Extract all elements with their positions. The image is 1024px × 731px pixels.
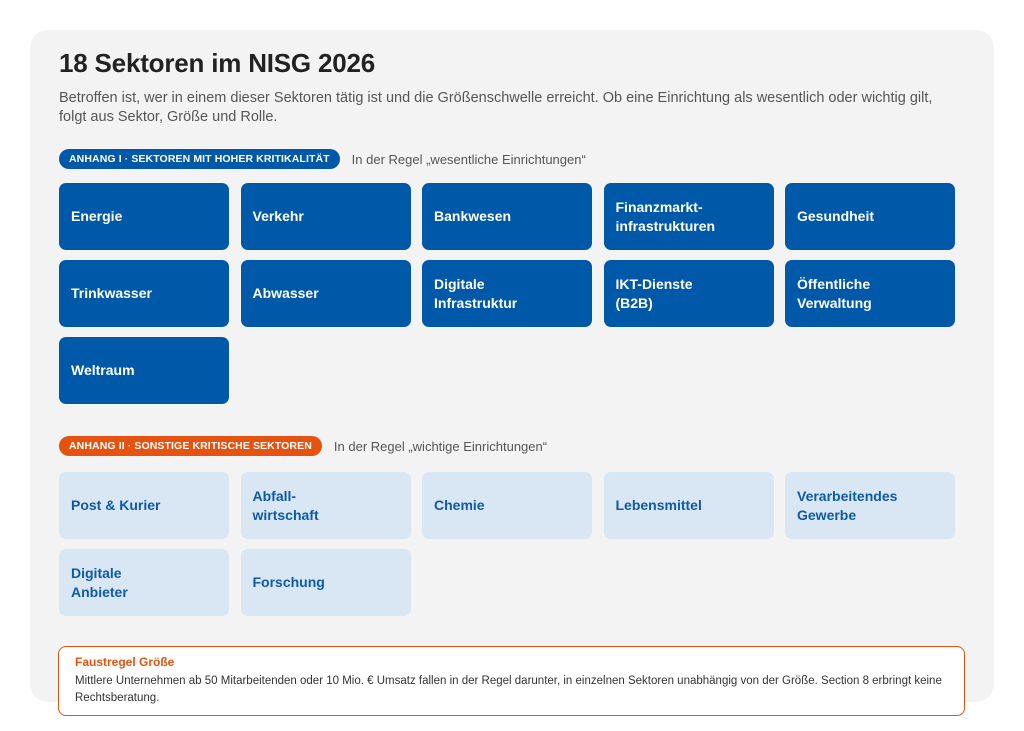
rule-of-thumb-text: Mittlere Unternehmen ab 50 Mitarbeitende… xyxy=(75,675,942,704)
rule-of-thumb-title: Faustregel Größe xyxy=(75,655,175,669)
sector-tile[interactable]: Digitale Infrastruktur xyxy=(422,260,592,327)
sector-tile[interactable]: Gesundheit xyxy=(785,183,955,250)
sector-tile[interactable]: Abwasser xyxy=(240,260,411,327)
sector-tile[interactable]: Digitale Anbieter xyxy=(59,549,229,616)
annex-2-sector-grid: Post & Kurier Abfall- wirtschaft Chemie Leb… xyxy=(59,472,955,616)
annex-1-note: In der Regel „wesentliche Einrichtungen“ xyxy=(351,151,586,167)
annex-2-note: In der Regel „wichtige Einrichtungen“ xyxy=(333,438,548,454)
page-title: 18 Sektoren im NISG 2026 xyxy=(59,48,376,78)
sector-tile[interactable]: Finanzmarkt- infrastrukturen xyxy=(603,183,774,250)
sector-tile[interactable]: Weltraum xyxy=(59,337,229,404)
sector-tile[interactable]: Verarbeitendes Gewerbe xyxy=(785,472,955,539)
sector-tile[interactable]: Abfall- wirtschaft xyxy=(240,472,411,539)
annex-1-header: ANHANG I · SEKTOREN MIT HOHER KRITIKALIT… xyxy=(59,148,586,170)
sector-tile[interactable]: Bankwesen xyxy=(422,183,592,250)
sector-tile[interactable]: IKT-Dienste (B2B) xyxy=(603,260,774,327)
sector-tile[interactable]: Trinkwasser xyxy=(59,260,229,327)
annex-2-badge: ANHANG II · SONSTIGE KRITISCHE SEKTOREN xyxy=(59,436,322,456)
annex-1-badge: ANHANG I · SEKTOREN MIT HOHER KRITIKALIT… xyxy=(59,149,340,169)
sector-tile[interactable]: Lebensmittel xyxy=(603,472,774,539)
sector-tile[interactable]: Energie xyxy=(59,183,229,250)
sector-tile[interactable]: Chemie xyxy=(422,472,592,539)
annex-2-header: ANHANG II · SONSTIGE KRITISCHE SEKTOREN … xyxy=(59,435,547,457)
annex-1-sector-grid: Energie Verkehr Bankwesen Finanzmarkt- infr… xyxy=(59,183,955,404)
sector-tile[interactable]: Verkehr xyxy=(240,183,411,250)
sector-tile[interactable]: Forschung xyxy=(240,549,411,616)
sector-tile[interactable]: Post & Kurier xyxy=(59,472,229,539)
sector-tile[interactable]: Öffentliche Verwaltung xyxy=(785,260,955,327)
page-subtitle: Betroffen ist, wer in einem dieser Sekto… xyxy=(59,90,933,125)
rule-of-thumb-box: Faustregel Größe Mittlere Unternehmen ab… xyxy=(58,646,965,716)
